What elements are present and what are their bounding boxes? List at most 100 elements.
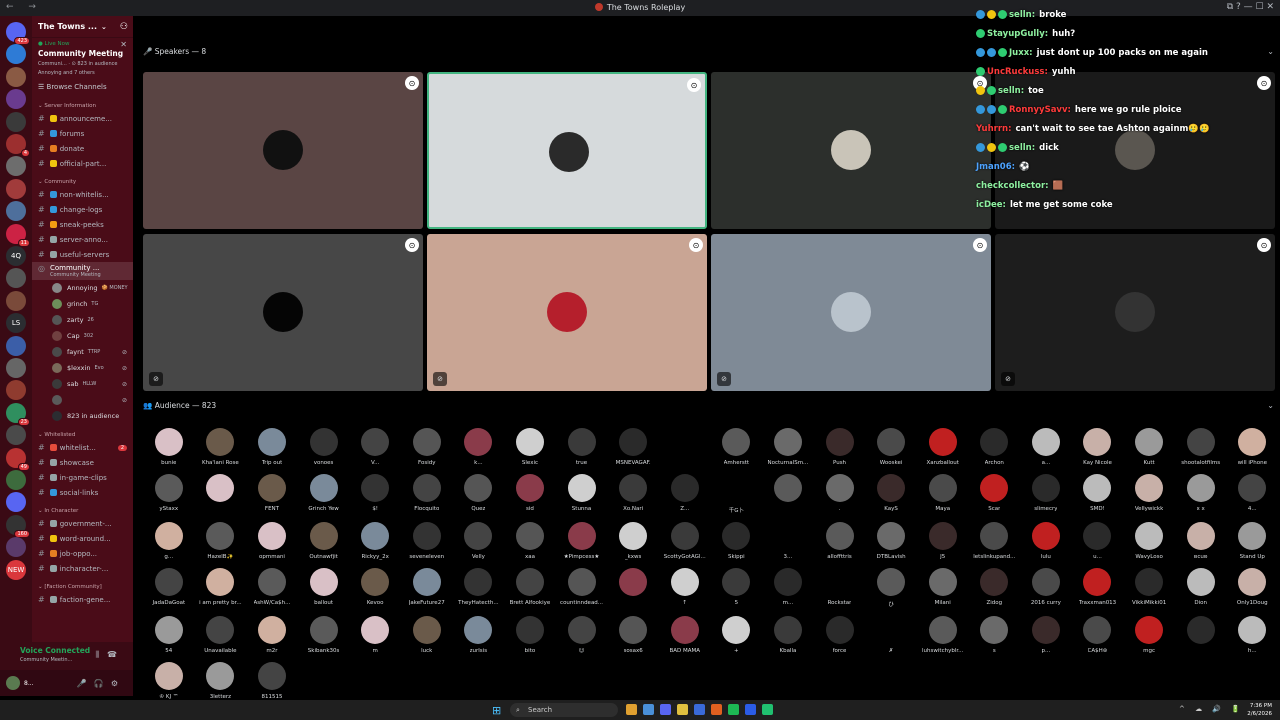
audience-member[interactable]: Fosidy	[401, 428, 453, 466]
speaker-tile[interactable]: ⊙	[427, 72, 707, 229]
audience-member[interactable]: letslinkupand...	[969, 522, 1021, 560]
taskbar-app-icon[interactable]	[660, 704, 671, 715]
audience-member[interactable]: .	[814, 474, 866, 514]
audience-member[interactable]: MSNEVAGAF.	[607, 428, 659, 466]
audience-member[interactable]: 3letterz	[195, 662, 247, 700]
stage-member[interactable]: zarty 26	[32, 312, 133, 328]
audience-member[interactable]: shootalotfilms	[1175, 428, 1227, 466]
audience-member[interactable]: lulu	[1020, 522, 1072, 560]
audience-member[interactable]: 4...	[1226, 474, 1278, 514]
speaker-tile[interactable]: ⊙	[711, 72, 991, 229]
audience-member[interactable]: TheyHatecth...	[453, 568, 505, 608]
audience-member[interactable]: Stunna	[556, 474, 608, 514]
audience-member[interactable]: g...	[143, 522, 195, 560]
disconnect-icon[interactable]: ⫼☎	[95, 650, 125, 660]
audience-member[interactable]: Vellywickk	[1123, 474, 1175, 514]
audience-member[interactable]: Milani	[917, 568, 969, 608]
stage-channel-community[interactable]: ◎ Community ... Community Meeting	[32, 262, 133, 280]
audience-member[interactable]: 54	[143, 616, 195, 654]
audience-member[interactable]: KayS	[865, 474, 917, 514]
audience-member[interactable]: ʚcuʚ	[1175, 522, 1227, 560]
audience-member[interactable]: Trip out	[246, 428, 298, 466]
audience-member[interactable]: Unavailable	[195, 616, 247, 654]
options-icon[interactable]: ⊙	[1257, 238, 1271, 252]
audience-member[interactable]: Velly	[453, 522, 505, 560]
taskbar-app-icon[interactable]	[762, 704, 773, 715]
audience-member[interactable]: luhswitchyblr...	[917, 616, 969, 654]
server-icon[interactable]: 423	[6, 22, 30, 45]
audience-member[interactable]: 2016 curry	[1020, 568, 1072, 608]
audience-member[interactable]: Maya	[917, 474, 969, 514]
taskbar-app-icon[interactable]	[626, 704, 637, 715]
text-channel[interactable]: # official-part...	[32, 156, 133, 171]
server-icon[interactable]	[6, 66, 26, 87]
audience-member[interactable]: slimecry	[1020, 474, 1072, 514]
audience-member[interactable]: 千G卜	[711, 474, 763, 514]
audience-member[interactable]: Skippi	[711, 522, 763, 560]
audience-member[interactable]: h...	[1226, 616, 1278, 654]
audience-member[interactable]: m	[349, 616, 401, 654]
audience-member[interactable]: zurlsis	[453, 616, 505, 654]
taskbar-clock[interactable]: 7:36 PM 2/6/2026	[1247, 702, 1272, 718]
options-icon[interactable]: ⊙	[687, 78, 701, 92]
close-icon[interactable]: ✕	[120, 40, 127, 49]
channel-category[interactable]: ⌄ In Character	[32, 500, 133, 516]
text-channel[interactable]: # forums	[32, 126, 133, 141]
audience-member[interactable]: Flocquito	[401, 474, 453, 514]
audience-member[interactable]: AshW/Ca$h...	[246, 568, 298, 608]
server-icon[interactable]	[6, 268, 26, 289]
audience-member[interactable]: FENT	[246, 474, 298, 514]
system-tray-icon[interactable]: ^ ☁ 🔊 🔋	[1179, 705, 1244, 713]
text-channel[interactable]: # non-whitelis...	[32, 187, 133, 202]
chevron-down-icon[interactable]: ⌄	[101, 23, 107, 31]
text-channel[interactable]: # faction-gene...	[32, 592, 133, 607]
audience-member[interactable]: Kballa	[762, 616, 814, 654]
channel-category[interactable]: ⌄ Whitelisted	[32, 424, 133, 440]
speaker-tile[interactable]: ⊙ ⊘	[427, 234, 707, 391]
server-icon[interactable]	[6, 492, 26, 513]
audience-member[interactable]: Push	[814, 428, 866, 466]
audience-member[interactable]: Xanzballout	[917, 428, 969, 466]
server-icon[interactable]: 49	[6, 447, 30, 471]
audience-member[interactable]: Z...	[659, 474, 711, 514]
audience-member[interactable]: Quez	[453, 474, 505, 514]
text-channel[interactable]: # change-logs	[32, 202, 133, 217]
invite-icon[interactable]: ⚇	[120, 22, 128, 32]
options-icon[interactable]: ⊙	[405, 238, 419, 252]
live-event-card[interactable]: ● Live Now Community Meeting Communi... …	[32, 38, 133, 79]
audience-member[interactable]: mgc	[1123, 616, 1175, 654]
audience-member[interactable]: ↑	[659, 568, 711, 608]
audience-member[interactable]: HazelB✨	[195, 522, 247, 560]
text-channel[interactable]: # word-around...	[32, 531, 133, 546]
stage-member[interactable]: sab HLLW ⊘	[32, 376, 133, 392]
speaker-tile[interactable]: ⊙	[143, 72, 423, 229]
server-icon[interactable]	[6, 111, 26, 132]
user-controls-icon[interactable]: 🎤🎧⚙	[77, 679, 125, 688]
stage-member[interactable]: Annoying 🍪 MONEY	[32, 280, 133, 296]
audience-member[interactable]: ✗	[865, 616, 917, 654]
audience-member[interactable]: JadaDaGoat	[143, 568, 195, 608]
audience-member[interactable]: ♔ KJ ™	[143, 662, 195, 700]
audience-member[interactable]: alloffttris	[814, 522, 866, 560]
options-icon[interactable]: ⊙	[973, 238, 987, 252]
stage-member[interactable]: faynt TTRP ⊘	[32, 344, 133, 360]
server-icon[interactable]	[6, 44, 26, 65]
audience-member[interactable]: 5	[711, 568, 763, 608]
audience-member[interactable]: vonoes	[298, 428, 350, 466]
stage-member[interactable]: $lexxin Evo ⊘	[32, 360, 133, 376]
audience-member[interactable]: Kha'lani Rose	[195, 428, 247, 466]
text-channel[interactable]: # whitelist... 2	[32, 440, 133, 455]
server-icon[interactable]	[6, 89, 26, 110]
text-channel[interactable]: # announceme...	[32, 111, 133, 126]
taskbar-app-icon[interactable]	[694, 704, 705, 715]
audience-member[interactable]	[659, 428, 711, 466]
audience-member[interactable]	[762, 474, 814, 514]
speaker-tile[interactable]: ⊙ ⊘	[995, 234, 1275, 391]
server-icon[interactable]: 4	[6, 134, 30, 157]
audience-member[interactable]: p...	[1020, 616, 1072, 654]
audience-member[interactable]: JakeFuture27	[401, 568, 453, 608]
audience-member[interactable]: bito	[504, 616, 556, 654]
audience-member[interactable]: BAD MAMA	[659, 616, 711, 654]
audience-member[interactable]: $!	[349, 474, 401, 514]
audience-member[interactable]: ひ	[865, 568, 917, 608]
